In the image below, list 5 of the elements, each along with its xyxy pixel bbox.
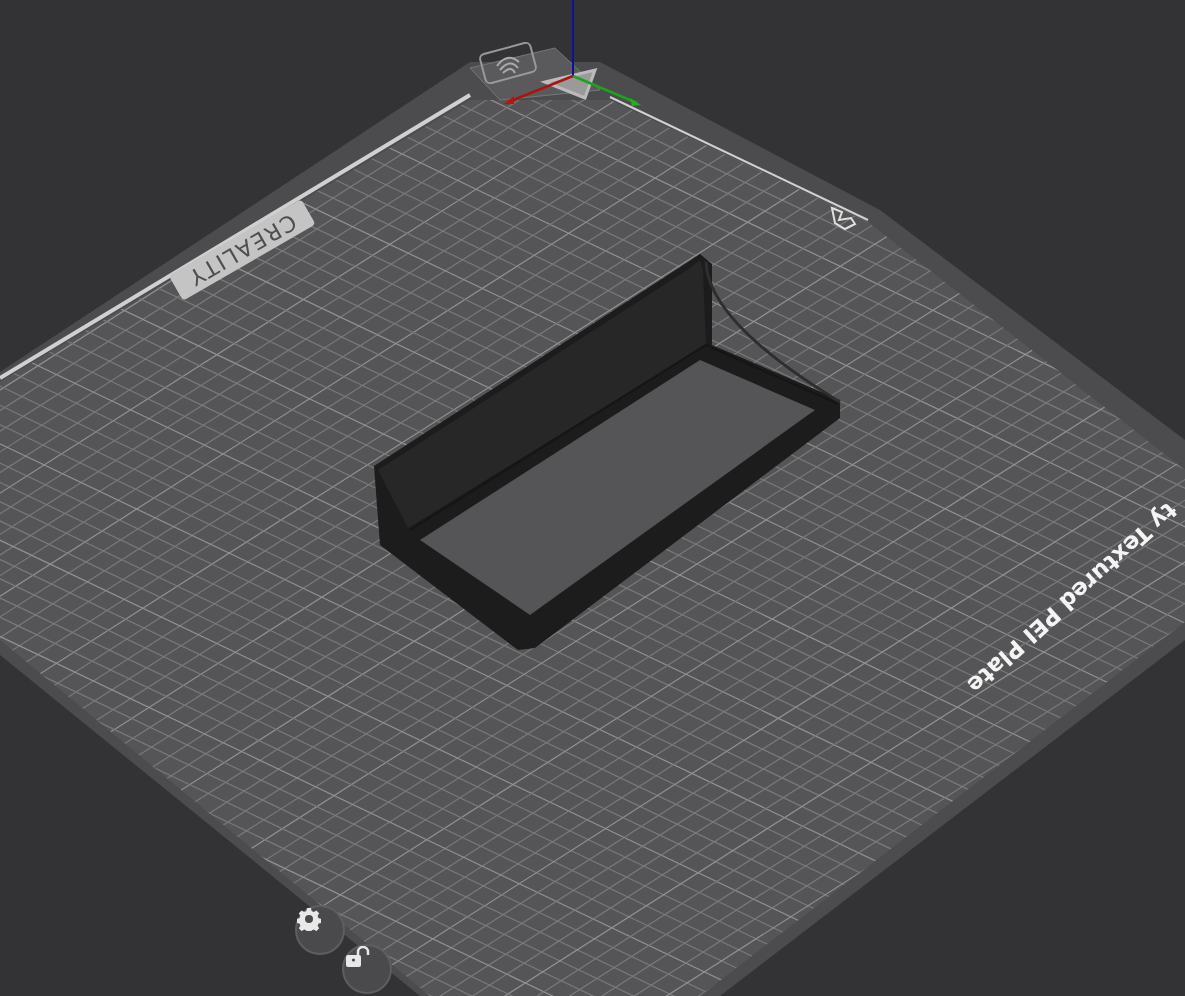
lock-button[interactable]: [342, 944, 392, 994]
unlocked-padlock-icon: [344, 946, 370, 970]
settings-icon: [297, 907, 321, 931]
plate-corner-logo-icon: [830, 206, 857, 231]
settings-button[interactable]: [295, 905, 345, 955]
